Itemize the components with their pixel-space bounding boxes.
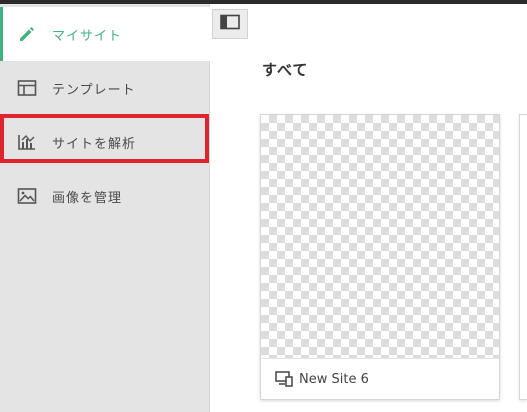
sidebar-toggle-button[interactable] <box>212 9 248 39</box>
sidebar-item-images[interactable]: 画像を管理 <box>0 169 210 223</box>
site-name[interactable]: New Site 6 <box>299 372 369 387</box>
site-thumbnail-placeholder[interactable] <box>261 115 499 358</box>
sidebar-toggle-icon <box>220 14 240 34</box>
sidebar-item-label: 画像を管理 <box>52 190 123 206</box>
sidebar-item-analytics[interactable]: サイトを解析 <box>0 115 210 169</box>
next-site-card-edge[interactable] <box>519 114 527 400</box>
site-card-footer: New Site 6 <box>261 358 499 399</box>
sidebar-item-my-sites[interactable]: マイサイト <box>0 7 210 61</box>
pencil-icon <box>16 23 38 45</box>
sidebar: マイサイト テンプレート サイトを解析 画像を管理 <box>0 4 210 412</box>
site-card[interactable]: New Site 6 <box>260 114 500 400</box>
section-title: すべて <box>262 61 309 79</box>
responsive-device-icon <box>275 371 293 387</box>
image-icon <box>16 185 38 207</box>
sidebar-item-label: マイサイト <box>52 28 123 44</box>
template-icon <box>16 77 38 99</box>
analytics-chart-icon <box>16 131 38 153</box>
sidebar-item-label: サイトを解析 <box>52 136 137 152</box>
sidebar-item-templates[interactable]: テンプレート <box>0 61 210 115</box>
sidebar-item-label: テンプレート <box>52 82 136 98</box>
